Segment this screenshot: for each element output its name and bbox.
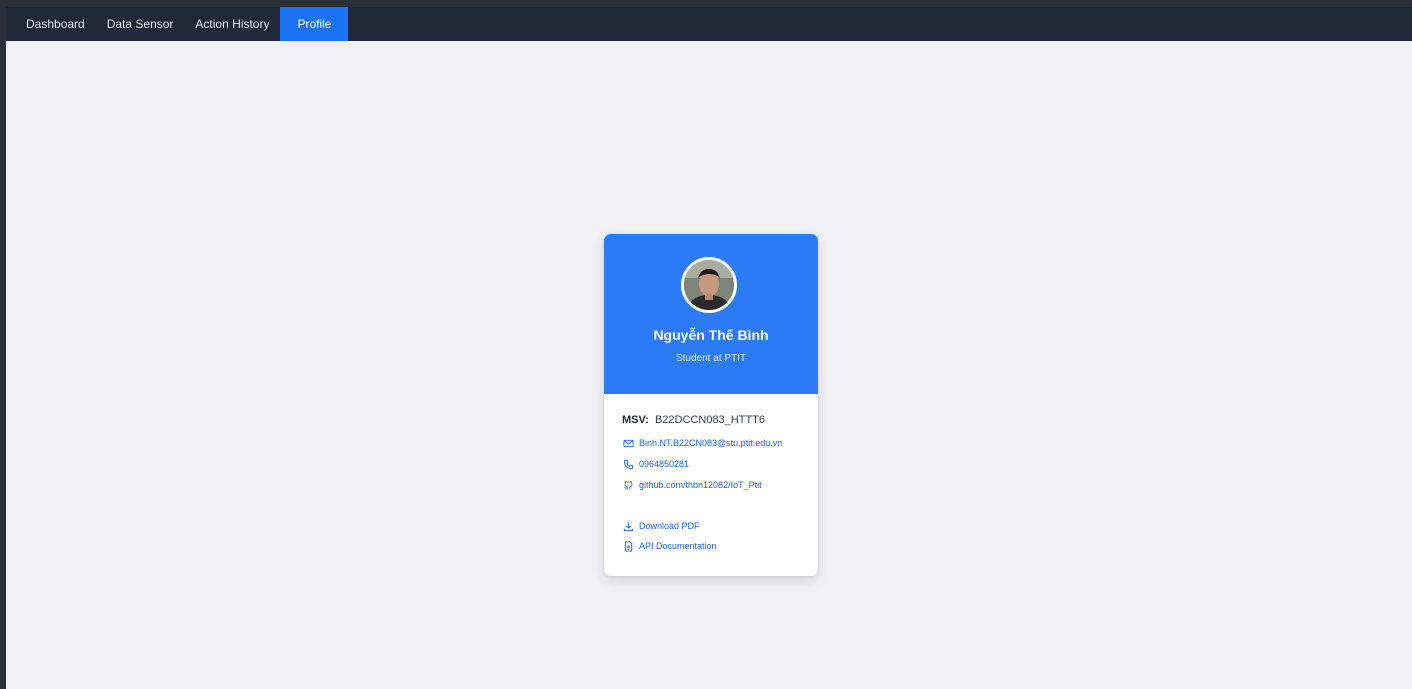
avatar [681,257,737,313]
github-text[interactable]: github.com/thbn12082/IoT_Ptit [639,478,762,492]
api-docs-text[interactable]: API Documentation [639,539,717,553]
download-icon [622,520,634,532]
app-frame: Dashboard Data Sensor Action History Pro… [6,7,1412,689]
mail-icon [622,437,634,449]
nav-profile[interactable]: Profile [280,7,349,41]
document-icon [622,540,634,552]
api-docs-link[interactable]: API Documentation [622,539,717,553]
download-pdf-text[interactable]: Download PDF [639,519,700,533]
nav-data-sensor[interactable]: Data Sensor [96,7,185,41]
github-icon [622,479,634,491]
github-link[interactable]: github.com/thbn12082/IoT_Ptit [622,478,762,492]
msv-value: B22DCCN083_HTTT6 [654,414,766,426]
phone-link[interactable]: 0964850281 [622,457,689,471]
avatar-photo [684,260,734,310]
download-pdf-link[interactable]: Download PDF [622,519,700,533]
profile-name: Nguyễn Thế Bình [653,327,769,343]
msv-label: MSV: [622,414,649,426]
top-navbar: Dashboard Data Sensor Action History Pro… [6,7,1412,41]
nav-action-history[interactable]: Action History [184,7,280,41]
msv-row: MSV: B22DCCN083_HTTT6 [622,412,812,428]
profile-card-header: Nguyễn Thế Bình Student at PTIT [604,234,818,394]
profile-role: Student at PTIT [675,353,747,364]
phone-icon [622,458,634,470]
phone-text[interactable]: 0964850281 [639,457,689,471]
profile-card: Nguyễn Thế Bình Student at PTIT MSV: B22… [604,234,818,576]
email-text[interactable]: Binh.NT.B22CN083@stu.ptit.edu.vn [639,436,782,450]
email-link[interactable]: Binh.NT.B22CN083@stu.ptit.edu.vn [622,436,782,450]
profile-details: MSV: B22DCCN083_HTTT6 Binh.NT.B22CN083@s… [622,412,812,552]
nav-dashboard[interactable]: Dashboard [6,7,96,41]
